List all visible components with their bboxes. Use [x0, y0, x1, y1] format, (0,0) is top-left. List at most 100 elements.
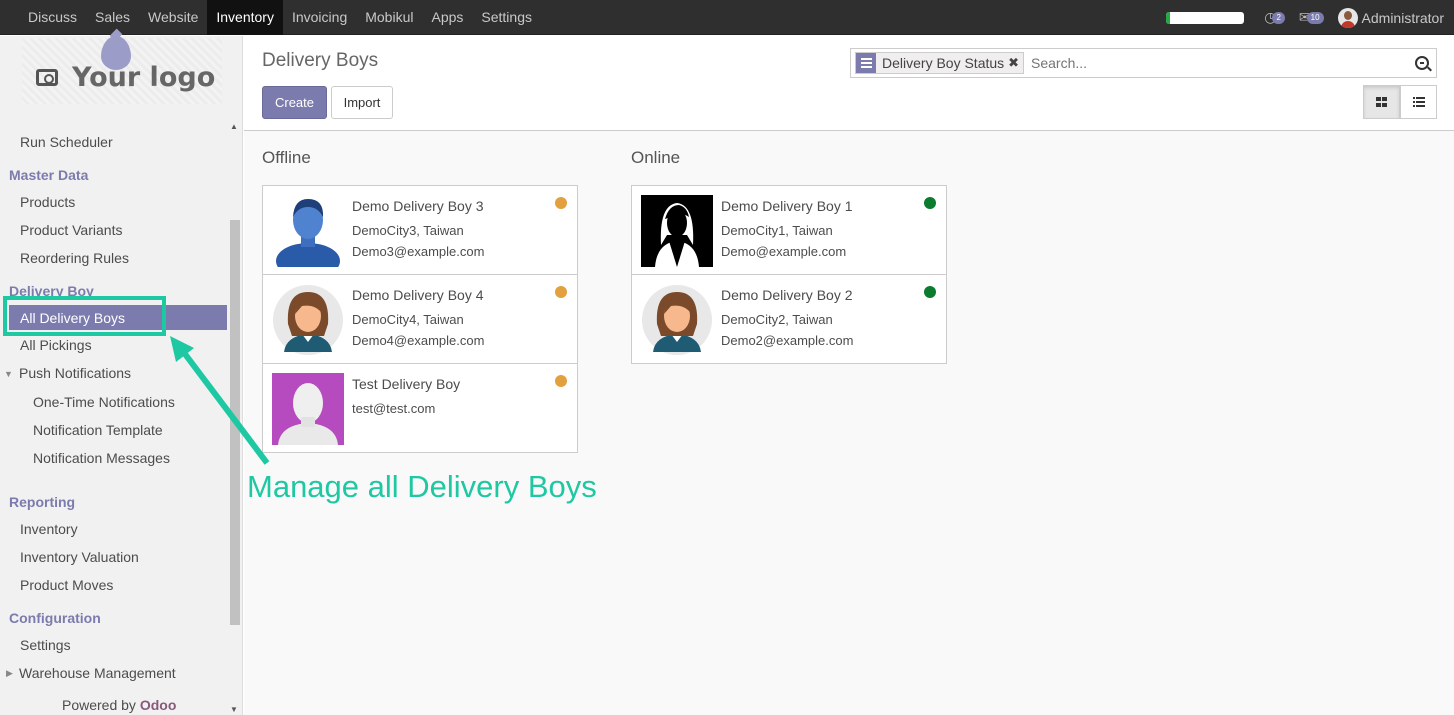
top-navbar: Discuss Sales Website Inventory Invoicin…: [0, 0, 1454, 35]
sidebar-item-notification-messages[interactable]: Notification Messages: [33, 450, 170, 466]
card-email: Demo2@example.com: [721, 333, 854, 348]
company-logo[interactable]: Your logo: [22, 36, 222, 104]
sidebar-section-master-data: Master Data: [9, 167, 89, 183]
app-menu: Discuss Sales Website Inventory Invoicin…: [19, 0, 541, 35]
status-dot: [555, 286, 567, 298]
user-menu[interactable]: Administrator: [1337, 7, 1444, 28]
kanban-card[interactable]: Demo Delivery Boy 2 DemoCity2, Taiwan De…: [631, 274, 947, 364]
menu-discuss[interactable]: Discuss: [19, 0, 86, 35]
view-switcher: [1363, 85, 1437, 119]
sidebar-item-inventory-valuation[interactable]: Inventory Valuation: [20, 549, 139, 565]
kanban-card[interactable]: Test Delivery Boy test@test.com: [262, 363, 578, 453]
menu-mobikul[interactable]: Mobikul: [356, 0, 422, 35]
sidebar-item-one-time-notifications[interactable]: One-Time Notifications: [33, 394, 175, 410]
sidebar-item-warehouse-management[interactable]: Warehouse Management: [19, 665, 176, 681]
card-name: Test Delivery Boy: [352, 376, 461, 392]
kanban-column-online: Online Demo Delivery Boy 1 DemoCity1, Ta…: [631, 148, 947, 364]
card-name: Demo Delivery Boy 2: [721, 287, 853, 303]
sidebar-item-product-variants[interactable]: Product Variants: [20, 222, 122, 238]
sidebar-item-product-moves[interactable]: Product Moves: [20, 577, 113, 593]
menu-apps[interactable]: Apps: [422, 0, 472, 35]
list-icon: [1412, 97, 1425, 107]
card-name: Demo Delivery Boy 3: [352, 198, 484, 214]
camera-icon: [36, 69, 58, 86]
card-address: DemoCity2, Taiwan: [721, 312, 833, 327]
kanban-card[interactable]: Demo Delivery Boy 3 DemoCity3, Taiwan De…: [262, 185, 578, 275]
logo-text: Your logo: [72, 62, 216, 93]
card-name: Demo Delivery Boy 1: [721, 198, 853, 214]
caret-right-icon: ▶: [6, 668, 13, 678]
caret-down-icon: ▼: [4, 369, 13, 379]
scroll-up-icon[interactable]: ▲: [230, 122, 238, 131]
annotation-callout: Manage all Delivery Boys: [247, 469, 597, 504]
annotation-highlight-box: [3, 296, 166, 336]
messages-button[interactable]: ✉ 10: [1299, 9, 1324, 26]
kanban-column-offline: Offline Demo Delivery Boy 3 DemoCity3, T…: [262, 148, 578, 453]
kanban-view-button[interactable]: [1363, 85, 1400, 119]
import-button[interactable]: Import: [331, 86, 393, 119]
kanban-card[interactable]: Demo Delivery Boy 1 DemoCity1, Taiwan De…: [631, 185, 947, 275]
main-content: Delivery Boys Create Import Delivery Boy…: [244, 36, 1454, 715]
sidebar-item-all-pickings[interactable]: All Pickings: [20, 337, 92, 353]
filter-bars-icon: [856, 53, 876, 73]
sidebar-section-configuration: Configuration: [9, 610, 101, 626]
search-icon[interactable]: [1415, 56, 1429, 70]
card-address: DemoCity1, Taiwan: [721, 223, 833, 238]
card-address: DemoCity3, Taiwan: [352, 223, 464, 238]
search-input[interactable]: [1031, 55, 1391, 71]
woman-avatar: [641, 284, 713, 356]
page-title: Delivery Boys: [262, 50, 379, 71]
menu-inventory[interactable]: Inventory: [207, 0, 283, 35]
message-count-badge: 10: [1306, 11, 1324, 24]
sidebar-item-reordering-rules[interactable]: Reordering Rules: [20, 250, 129, 266]
sidebar-item-settings[interactable]: Settings: [20, 637, 71, 653]
odoo-link[interactable]: Odoo: [140, 697, 177, 713]
search-facet[interactable]: Delivery Boy Status ✖: [855, 52, 1025, 74]
progress-fill: [1166, 11, 1171, 24]
column-title: Offline: [262, 148, 311, 167]
sidebar-item-products[interactable]: Products: [20, 194, 75, 210]
blue-man-avatar: [272, 195, 344, 267]
card-email: Demo3@example.com: [352, 244, 485, 259]
column-title: Online: [631, 148, 681, 167]
user-avatar: [1337, 7, 1358, 28]
menu-settings[interactable]: Settings: [472, 0, 541, 35]
card-email: Demo@example.com: [721, 244, 847, 259]
status-dot: [924, 197, 936, 209]
activity-button[interactable]: ◷ 2: [1264, 9, 1285, 26]
silhouette-avatar: [641, 195, 713, 267]
sidebar-item-run-scheduler[interactable]: Run Scheduler: [20, 134, 113, 150]
menu-invoicing[interactable]: Invoicing: [283, 0, 356, 35]
status-dot: [555, 375, 567, 387]
card-address: DemoCity4, Taiwan: [352, 312, 464, 327]
menu-sales[interactable]: Sales: [86, 0, 139, 35]
powered-by: Powered by Odoo: [62, 697, 176, 713]
systray: ◷ 2 ✉ 10 Administrator: [1166, 0, 1444, 35]
create-button[interactable]: Create: [262, 86, 327, 119]
status-dot: [555, 197, 567, 209]
card-email: Demo4@example.com: [352, 333, 485, 348]
search-box: Delivery Boy Status ✖: [850, 48, 1437, 78]
scroll-down-icon[interactable]: ▼: [230, 705, 238, 714]
annotation-arrow-icon: [170, 336, 270, 465]
kanban-card[interactable]: Demo Delivery Boy 4 DemoCity4, Taiwan De…: [262, 274, 578, 364]
sidebar-item-notification-template[interactable]: Notification Template: [33, 422, 163, 438]
woman-avatar: [272, 284, 344, 356]
activity-count-badge: 2: [1272, 11, 1285, 24]
facet-label: Delivery Boy Status: [882, 55, 1005, 71]
placeholder-avatar: [272, 373, 344, 445]
powered-by-text: Powered by: [62, 697, 136, 713]
sidebar-item-push-notifications[interactable]: Push Notifications: [19, 365, 131, 381]
status-dot: [924, 286, 936, 298]
control-panel: Delivery Boys Create Import Delivery Boy…: [244, 36, 1454, 131]
sidebar-item-inventory[interactable]: Inventory: [20, 521, 78, 537]
list-view-button[interactable]: [1400, 85, 1437, 119]
menu-website[interactable]: Website: [139, 0, 207, 35]
sidebar-section-reporting: Reporting: [9, 494, 76, 510]
grid-icon: [1376, 97, 1387, 107]
onboarding-progress-bar[interactable]: [1166, 11, 1245, 24]
card-name: Demo Delivery Boy 4: [352, 287, 484, 303]
user-name: Administrator: [1361, 9, 1444, 26]
card-email: test@test.com: [352, 401, 436, 416]
close-icon[interactable]: ✖: [1008, 55, 1023, 71]
